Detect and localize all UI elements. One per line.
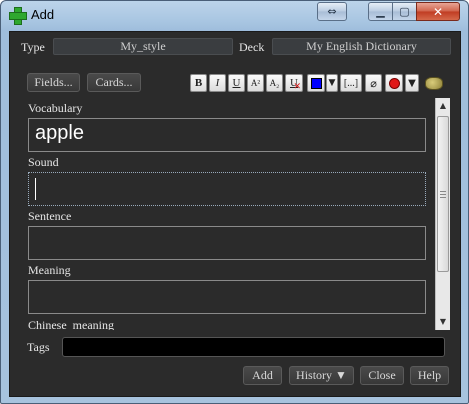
- superscript-icon: A²: [250, 78, 261, 88]
- text-color-button[interactable]: [307, 74, 325, 92]
- maximize-icon: ▢: [399, 5, 410, 18]
- help-button[interactable]: Help: [410, 366, 449, 385]
- title-bar[interactable]: Add ⇔ ▁ ▢ ✕: [1, 1, 468, 31]
- grip-icon: [440, 191, 446, 198]
- field-meaning[interactable]: [28, 280, 426, 314]
- italic-icon: I: [215, 77, 220, 89]
- color-dropdown-button[interactable]: ▼: [326, 74, 338, 92]
- subscript-button[interactable]: A₂: [266, 74, 283, 92]
- fields-area: Vocabulary apple Sound Sentence Meaning …: [22, 98, 435, 330]
- tags-input[interactable]: [62, 337, 445, 357]
- field-sound[interactable]: [28, 172, 426, 206]
- close-window-button[interactable]: ✕: [416, 2, 460, 21]
- minimize-icon: ▁: [376, 5, 385, 18]
- history-button[interactable]: History ▼: [289, 366, 354, 385]
- type-label: Type: [21, 40, 45, 54]
- paperclip-icon: ⌀: [370, 76, 377, 90]
- underline-button[interactable]: U: [228, 74, 245, 92]
- bold-icon: B: [194, 77, 203, 89]
- fields-button[interactable]: Fields...: [27, 73, 80, 92]
- italic-button[interactable]: I: [209, 74, 226, 92]
- field-label-chinese-meaning: Chinese_meaning: [28, 318, 114, 330]
- subscript-icon: A₂: [269, 78, 280, 88]
- resize-arrows-button[interactable]: ⇔: [317, 2, 347, 21]
- field-label-sound: Sound: [28, 155, 59, 169]
- deck-selector[interactable]: My English Dictionary: [272, 38, 451, 55]
- underline-icon: U: [232, 77, 241, 89]
- red-x-icon: ✕: [293, 82, 301, 92]
- add-window: Add ⇔ ▁ ▢ ✕ Type My_style Deck My Englis…: [0, 0, 469, 404]
- deck-label: Deck: [239, 40, 265, 54]
- clear-format-button[interactable]: U ✕: [285, 74, 303, 92]
- triangle-down-icon: ▼: [328, 78, 336, 88]
- minimize-button[interactable]: ▁: [368, 2, 393, 21]
- scroll-up-arrow[interactable]: ▲: [436, 99, 450, 113]
- fields-scrollbar[interactable]: ▲ ▼: [435, 98, 450, 330]
- text-caret: [35, 178, 36, 200]
- record-icon: [388, 77, 400, 89]
- maximize-button[interactable]: ▢: [392, 2, 417, 21]
- record-button[interactable]: [385, 74, 403, 92]
- scroll-thumb[interactable]: [437, 116, 449, 272]
- window-title: Add: [31, 7, 55, 22]
- add-button[interactable]: Add: [243, 366, 282, 385]
- field-vocabulary-value: apple: [35, 122, 84, 144]
- field-label-meaning: Meaning: [28, 263, 71, 277]
- latex-button[interactable]: [423, 74, 445, 92]
- more-options-button[interactable]: ▼: [405, 74, 419, 92]
- field-label-sentence: Sentence: [28, 209, 72, 223]
- close-icon: ✕: [432, 4, 444, 19]
- tags-label: Tags: [27, 340, 50, 354]
- scroll-down-arrow[interactable]: ▼: [436, 315, 450, 329]
- sticker-icon: [425, 76, 443, 90]
- cloze-button[interactable]: [...]: [340, 74, 362, 92]
- superscript-button[interactable]: A²: [247, 74, 264, 92]
- field-sentence[interactable]: [28, 226, 426, 260]
- field-label-vocabulary: Vocabulary: [28, 101, 83, 115]
- close-button[interactable]: Close: [360, 366, 404, 385]
- attach-button[interactable]: ⌀: [365, 74, 382, 92]
- editor-panel: Type My_style Deck My English Dictionary…: [9, 31, 461, 397]
- cloze-icon: [...]: [343, 77, 359, 89]
- triangle-down-icon: ▼: [408, 77, 416, 89]
- field-vocabulary[interactable]: apple: [28, 118, 426, 152]
- type-selector[interactable]: My_style: [53, 38, 233, 55]
- color-swatch-icon: [310, 77, 322, 89]
- double-arrow-icon: ⇔: [327, 5, 337, 18]
- add-icon: [9, 7, 27, 25]
- cards-button[interactable]: Cards...: [87, 73, 141, 92]
- bold-button[interactable]: B: [190, 74, 207, 92]
